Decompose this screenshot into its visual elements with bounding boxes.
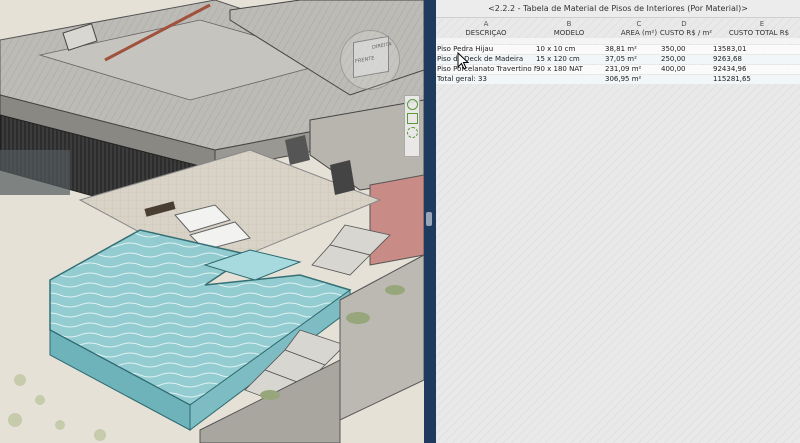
viewcube-box[interactable]: FRENTE DIREITA — [353, 35, 392, 79]
total-area: 306,95 m² — [605, 75, 642, 83]
total-cost: 115281,65 — [713, 75, 751, 83]
total-label: Total geral: 33 — [437, 75, 487, 83]
schedule-title: <2.2.2 - Tabela de Material de Pisos de … — [436, 0, 800, 18]
table-row[interactable]: Piso Pedra Hijau 10 x 10 cm 38,81 m² 350… — [436, 45, 800, 54]
orbit-icon[interactable] — [407, 127, 418, 138]
viewcube[interactable]: FRENTE DIREITA — [340, 30, 400, 90]
navigation-bar[interactable] — [404, 95, 420, 157]
header-descricao[interactable]: DESCRIÇÃO — [436, 29, 536, 38]
column-letter-c[interactable]: C — [622, 20, 656, 29]
column-letter-d[interactable]: D — [674, 20, 694, 29]
cell-modelo[interactable]: 10 x 10 cm — [536, 45, 606, 54]
schedule-view[interactable]: <2.2.2 - Tabela de Material de Pisos de … — [436, 0, 800, 443]
3d-view-viewport[interactable]: FRENTE DIREITA — [0, 0, 424, 443]
header-modelo[interactable]: MODELO — [536, 29, 602, 38]
column-letters-row: A B C D E — [436, 20, 800, 29]
viewcube-front-label: FRENTE — [355, 55, 375, 65]
cell-area[interactable]: 231,09 m² — [605, 65, 655, 74]
cell-custo-total[interactable]: 92434,96 — [713, 65, 773, 74]
cell-descricao[interactable]: Piso Pedra Hijau — [437, 45, 536, 54]
mouse-cursor-icon — [457, 52, 470, 70]
table-row[interactable]: Piso de Deck de Madeira 15 x 120 cm 37,0… — [436, 55, 800, 64]
header-custo-total[interactable]: CUSTO TOTAL R$ — [718, 29, 800, 38]
cell-descricao[interactable]: Piso de Deck de Madeira — [437, 55, 536, 64]
cell-area[interactable]: 37,05 m² — [605, 55, 655, 64]
viewcube-side-label: DIREITA — [372, 41, 392, 51]
cell-custo-total[interactable]: 9263,68 — [713, 55, 773, 64]
window-splitter[interactable] — [424, 0, 436, 443]
blank-row — [436, 38, 800, 44]
cell-custo-total[interactable]: 13583,01 — [713, 45, 773, 54]
cell-modelo[interactable]: 90 x 180 NAT — [536, 65, 606, 74]
column-letter-e[interactable]: E — [752, 20, 772, 29]
column-letter-a[interactable]: A — [436, 20, 536, 29]
cell-area[interactable]: 38,81 m² — [605, 45, 655, 54]
cell-custo-m2[interactable]: 400,00 — [661, 65, 711, 74]
splitter-grip-icon[interactable] — [426, 212, 432, 226]
cell-custo-m2[interactable]: 250,00 — [661, 55, 711, 64]
total-row[interactable]: Total geral: 33 306,95 m² 115281,65 — [436, 75, 800, 84]
header-custo-m2[interactable]: CUSTO R$ / m² — [658, 29, 714, 38]
cell-descricao[interactable]: Piso Porcelanato Travertino Navona — [437, 65, 536, 74]
cell-modelo[interactable]: 15 x 120 cm — [536, 55, 606, 64]
steering-wheel-icon[interactable] — [407, 99, 418, 110]
cell-custo-m2[interactable]: 350,00 — [661, 45, 711, 54]
zoom-icon[interactable] — [407, 113, 418, 124]
column-header-row: DESCRIÇÃO MODELO ÁREA (m²) CUSTO R$ / m²… — [436, 29, 800, 38]
table-row[interactable]: Piso Porcelanato Travertino Navona 90 x … — [436, 65, 800, 74]
column-letter-b[interactable]: B — [536, 20, 602, 29]
